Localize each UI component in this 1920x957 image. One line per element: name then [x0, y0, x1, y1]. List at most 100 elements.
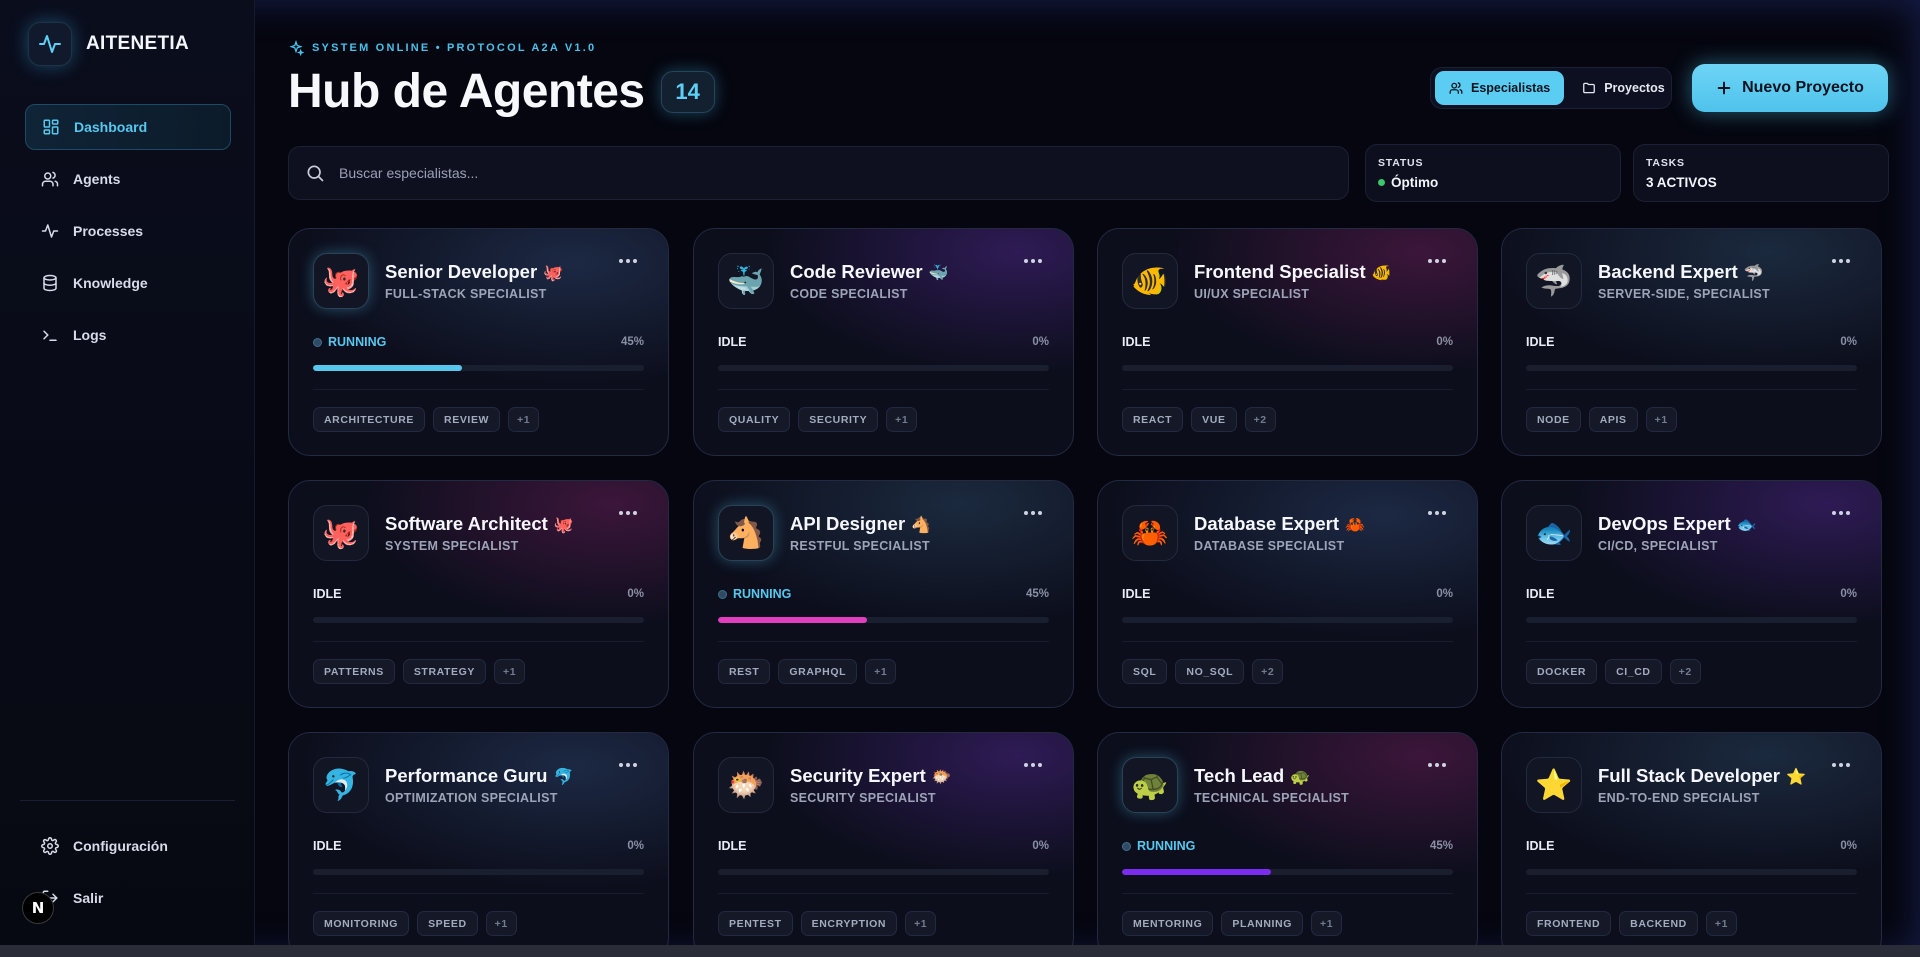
page-title: Hub de Agentes — [288, 65, 645, 118]
agent-emoji-icon: 🐙 — [553, 514, 574, 534]
progress-bar — [313, 365, 644, 371]
more-options-icon[interactable] — [1021, 505, 1045, 521]
more-tags-badge[interactable]: +1 — [886, 407, 918, 432]
more-tags-badge[interactable]: +1 — [508, 407, 540, 432]
agent-status: IDLE — [1526, 335, 1554, 349]
agent-status: RUNNING — [1122, 839, 1195, 853]
more-tags-badge[interactable]: +2 — [1244, 407, 1276, 432]
agent-card[interactable]: 🐙 Senior Developer 🐙 FULL-STACK SPECIALI… — [288, 228, 669, 456]
more-options-icon[interactable] — [1021, 253, 1045, 269]
status-label: STATUS — [1378, 157, 1424, 169]
progress-bar — [1526, 365, 1857, 371]
skill-tag: PLANNING — [1221, 911, 1304, 936]
agent-status-text: RUNNING — [1137, 839, 1196, 853]
more-options-icon[interactable] — [616, 253, 640, 269]
more-tags-badge[interactable]: +2 — [1669, 659, 1701, 684]
agent-card[interactable]: 🐢 Tech Lead 🐢 TECHNICAL SPECIALIST RUNNI… — [1097, 732, 1478, 957]
agent-card[interactable]: 🐠 Frontend Specialist 🐠 UI/UX SPECIALIST… — [1097, 228, 1478, 456]
tab-specialists[interactable]: Especialistas — [1435, 71, 1565, 105]
tab-projects[interactable]: Proyectos — [1568, 71, 1678, 105]
sidebar-item-logs[interactable]: Logs — [25, 312, 231, 358]
activity-icon — [41, 224, 59, 238]
sidebar-item-agents[interactable]: Agents — [25, 156, 231, 202]
more-tags-badge[interactable]: +1 — [905, 911, 937, 936]
skill-tags: FRONTEND BACKEND +1 — [1526, 911, 1738, 936]
card-divider — [1122, 641, 1453, 642]
sidebar-bottom: Configuración Salir — [25, 823, 231, 927]
more-options-icon[interactable] — [1829, 505, 1853, 521]
agent-progress-percent: 0% — [1436, 588, 1453, 600]
more-tags-badge[interactable]: +1 — [485, 911, 517, 936]
more-options-icon[interactable] — [1425, 757, 1449, 773]
skill-tag: SECURITY — [798, 407, 879, 432]
agent-progress-percent: 0% — [1032, 336, 1049, 348]
status-dot — [313, 337, 322, 347]
sidebar-item-processes[interactable]: Processes — [25, 208, 231, 254]
eyebrow-text: SYSTEM ONLINE • PROTOCOL A2A V1.0 — [312, 42, 597, 54]
tasks-value: 3 ACTIVOS — [1646, 175, 1717, 190]
agent-count-badge: 14 — [660, 70, 715, 113]
agent-progress-percent: 0% — [1840, 588, 1857, 600]
agent-status: IDLE — [313, 587, 341, 601]
brand[interactable]: AITENETIA — [28, 22, 189, 66]
agent-emoji-icon: 🦀 — [1344, 514, 1365, 534]
more-tags-badge[interactable]: +2 — [1252, 659, 1284, 684]
agent-name: Software Architect — [385, 513, 548, 534]
agent-subtitle: END-TO-END SPECIALIST — [1598, 791, 1760, 805]
agent-card[interactable]: 🐴 API Designer 🐴 RESTFUL SPECIALIST RUNN… — [693, 480, 1074, 708]
agent-status-text: RUNNING — [733, 587, 792, 601]
more-options-icon[interactable] — [1425, 505, 1449, 521]
agent-card[interactable]: 🐬 Performance Guru 🐬 OPTIMIZATION SPECIA… — [288, 732, 669, 957]
agent-emoji-icon: 🐬 — [553, 766, 574, 786]
more-options-icon[interactable] — [616, 505, 640, 521]
sidebar-item-settings[interactable]: Configuración — [25, 823, 231, 869]
avatar[interactable]: N — [22, 892, 54, 924]
search-bar — [288, 146, 1349, 200]
progress-bar — [1526, 617, 1857, 623]
view-toggle: Especialistas Proyectos — [1430, 67, 1672, 109]
pulse-logo-icon — [28, 22, 72, 66]
card-divider — [1526, 389, 1857, 390]
agent-card[interactable]: 🐙 Software Architect 🐙 SYSTEM SPECIALIST… — [288, 480, 669, 708]
terminal-icon — [43, 330, 57, 341]
agent-status: RUNNING — [313, 335, 386, 349]
card-divider — [1526, 641, 1857, 642]
more-options-icon[interactable] — [616, 757, 640, 773]
agent-card[interactable]: 🐳 Code Reviewer 🐳 CODE SPECIALIST IDLE 0… — [693, 228, 1074, 456]
more-tags-badge[interactable]: +1 — [1311, 911, 1343, 936]
agent-card[interactable]: ⭐ Full Stack Developer ⭐ END-TO-END SPEC… — [1501, 732, 1882, 957]
agent-card[interactable]: 🦈 Backend Expert 🦈 SERVER-SIDE, SPECIALI… — [1501, 228, 1882, 456]
agent-status: IDLE — [1526, 839, 1554, 853]
status-dot — [718, 589, 727, 599]
more-options-icon[interactable] — [1829, 253, 1853, 269]
agent-avatar-icon: 🐴 — [718, 505, 774, 561]
progress-bar — [1526, 869, 1857, 875]
status-value-row: Óptimo — [1378, 175, 1608, 190]
more-tags-badge[interactable]: +1 — [1705, 911, 1738, 936]
agent-progress-percent: 45% — [1429, 840, 1453, 852]
window-bottom-strip — [0, 945, 1920, 957]
sparkle-icon — [289, 40, 304, 56]
agent-card[interactable]: 🐡 Security Expert 🐡 SECURITY SPECIALIST … — [693, 732, 1074, 957]
skill-tag: QUALITY — [718, 407, 791, 432]
more-tags-badge[interactable]: +1 — [494, 659, 526, 684]
search-input[interactable] — [339, 165, 1299, 181]
skill-tags: NODE APIS +1 — [1526, 407, 1677, 432]
agent-subtitle: FULL-STACK SPECIALIST — [385, 287, 547, 301]
more-options-icon[interactable] — [1829, 757, 1853, 773]
agent-card[interactable]: 🐟 DevOps Expert 🐟 CI/CD, SPECIALIST IDLE… — [1501, 480, 1882, 708]
more-tags-badge[interactable]: +1 — [865, 659, 897, 684]
more-tags-badge[interactable]: +1 — [1645, 407, 1677, 432]
agent-name: API Designer — [790, 513, 906, 534]
new-project-button[interactable]: Nuevo Proyecto — [1692, 64, 1888, 112]
more-options-icon[interactable] — [1425, 253, 1449, 269]
sidebar-item-logout[interactable]: Salir — [25, 875, 231, 921]
agent-emoji-icon: 🐙 — [543, 262, 564, 282]
more-options-icon[interactable] — [1021, 757, 1045, 773]
gear-icon — [41, 837, 59, 855]
sidebar-item-knowledge[interactable]: Knowledge — [25, 260, 231, 306]
sidebar-item-dashboard[interactable]: Dashboard — [25, 104, 231, 150]
agent-card[interactable]: 🦀 Database Expert 🦀 DATABASE SPECIALIST … — [1097, 480, 1478, 708]
agent-status: IDLE — [313, 839, 341, 853]
database-icon — [43, 274, 57, 292]
